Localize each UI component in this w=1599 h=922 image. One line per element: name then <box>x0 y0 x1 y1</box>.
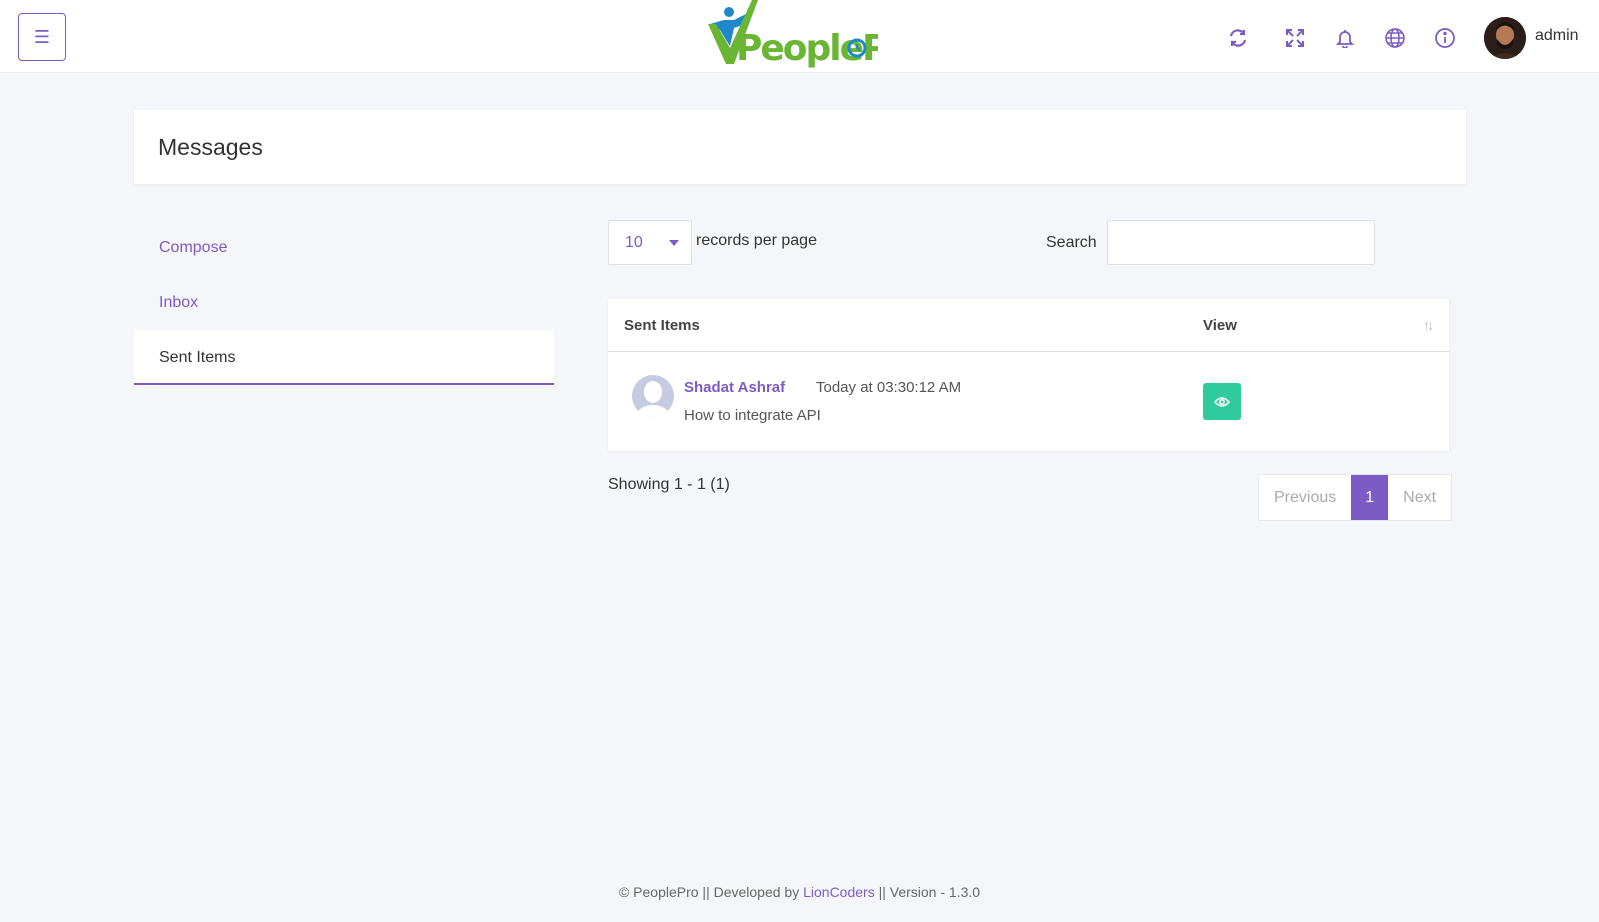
fullscreen-icon[interactable] <box>1282 25 1308 51</box>
peoplepro-logo[interactable]: PeoplePr <box>706 0 906 73</box>
nav-item-compose[interactable]: Compose <box>134 220 554 275</box>
per-page-label: records per page <box>696 232 817 249</box>
records-per-page-select[interactable]: 10 <box>608 220 692 265</box>
search-label: Search <box>1046 234 1097 251</box>
nav-item-sent-items[interactable]: Sent Items <box>134 330 554 385</box>
search-input[interactable] <box>1107 220 1375 265</box>
menu-toggle-button[interactable]: ☰ <box>18 13 66 61</box>
footer-prefix: © PeoplePro || Developed by <box>618 884 800 900</box>
pagination: Previous 1 Next <box>1258 474 1453 521</box>
per-page-value: 10 <box>625 234 643 251</box>
header-divider <box>608 351 1449 352</box>
column-header-sent-items[interactable]: Sent Items <box>624 317 700 334</box>
top-navbar: ☰ PeoplePr <box>0 0 1599 73</box>
chevron-down-icon <box>669 240 679 246</box>
pagination-previous[interactable]: Previous <box>1259 475 1351 520</box>
sender-avatar <box>632 375 674 417</box>
sender-name-link[interactable]: Shadat Ashraf <box>684 379 785 396</box>
sent-items-table: Sent Items View ↑↓ Shadat Ashraf Today a… <box>608 299 1449 451</box>
globe-icon[interactable] <box>1382 25 1408 51</box>
pagination-next[interactable]: Next <box>1388 475 1451 520</box>
refresh-icon[interactable] <box>1225 25 1251 51</box>
nav-item-inbox[interactable]: Inbox <box>134 275 554 330</box>
showing-info: Showing 1 - 1 (1) <box>608 476 730 493</box>
view-message-button[interactable] <box>1203 383 1241 420</box>
footer: © PeoplePro || Developed by LionCoders |… <box>0 884 1599 900</box>
user-name[interactable]: admin <box>1535 27 1579 45</box>
user-avatar[interactable] <box>1484 17 1526 59</box>
footer-developer-link[interactable]: LionCoders <box>803 884 875 900</box>
footer-version: || Version - 1.3.0 <box>878 884 981 900</box>
pagination-page-1[interactable]: 1 <box>1351 475 1389 520</box>
info-icon[interactable] <box>1432 25 1458 51</box>
menu-icon: ☰ <box>33 26 51 47</box>
bell-icon[interactable] <box>1332 25 1358 51</box>
page-title: Messages <box>158 134 263 160</box>
page-header-card: Messages <box>134 110 1466 184</box>
column-header-view[interactable]: View <box>1203 317 1237 334</box>
sort-icon[interactable]: ↑↓ <box>1423 317 1434 333</box>
message-subject: How to integrate API <box>684 407 821 424</box>
messages-nav: Compose Inbox Sent Items <box>134 220 554 385</box>
eye-icon <box>1214 396 1230 407</box>
message-timestamp: Today at 03:30:12 AM <box>816 379 962 396</box>
